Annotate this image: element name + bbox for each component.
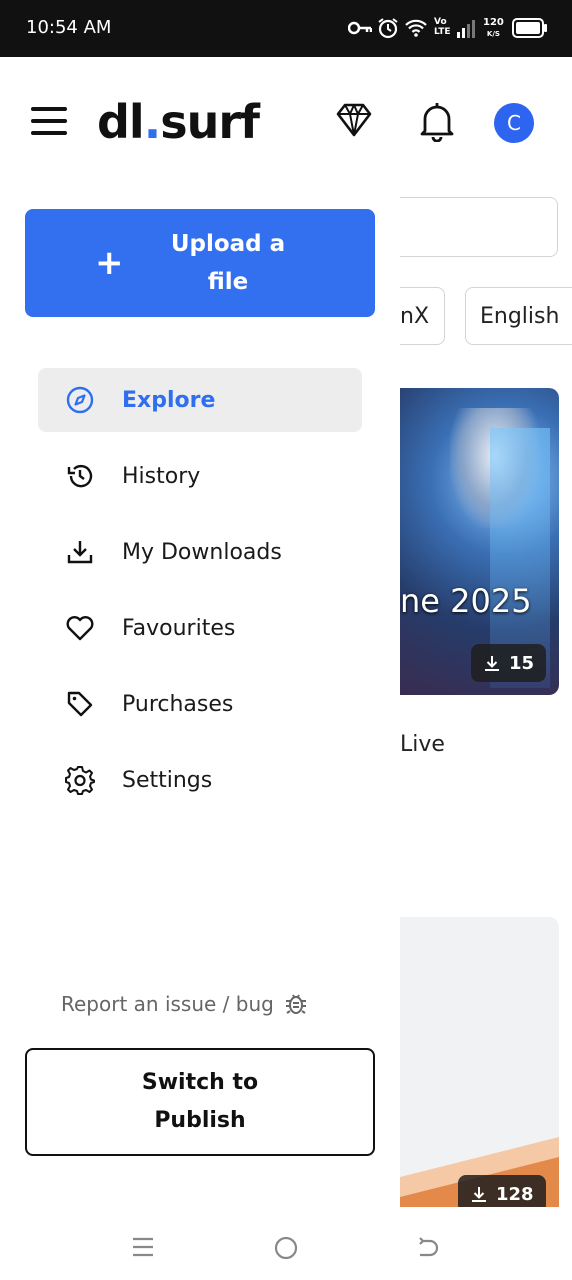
nav-item-favourites[interactable]: Favourites	[38, 596, 362, 660]
nav-item-label: Favourites	[122, 615, 236, 641]
nav-item-my-downloads[interactable]: My Downloads	[38, 520, 362, 584]
avatar[interactable]: C	[494, 103, 534, 143]
heart-icon	[64, 612, 96, 644]
home-icon[interactable]	[274, 1236, 298, 1260]
upload-button-label: Upload a file	[170, 231, 286, 295]
nav-item-settings[interactable]: Settings	[38, 748, 362, 812]
background-page: nX English ne 2025 15 Live 128	[400, 177, 572, 1207]
battery-icon	[512, 18, 547, 38]
bug-icon	[285, 994, 306, 1014]
switch-button-label: Switch to Publish	[141, 1070, 259, 1133]
gear-icon	[64, 764, 96, 796]
download-icon	[472, 1187, 486, 1202]
download-icon	[64, 536, 96, 568]
nav-item-purchases[interactable]: Purchases	[38, 672, 362, 736]
alarm-icon	[378, 18, 398, 39]
nav-item-label: Purchases	[122, 691, 234, 717]
plus-icon: +	[95, 243, 124, 283]
filter-chip[interactable]: nX	[400, 287, 445, 345]
app-logo[interactable]: dl.surf	[97, 95, 260, 149]
history-icon	[64, 460, 96, 492]
report-issue-label: Report an issue / bug	[61, 992, 274, 1016]
status-time: 10:54 AM	[26, 17, 112, 38]
bell-icon[interactable]	[418, 100, 456, 142]
content-card-thumbnail-2[interactable]	[400, 917, 559, 1207]
tag-icon	[64, 688, 96, 720]
card-title-overlay: ne 2025	[400, 582, 532, 620]
compass-icon	[64, 384, 96, 416]
key-icon	[348, 21, 372, 35]
nav-item-explore[interactable]: Explore	[38, 368, 362, 432]
nav-item-label: History	[122, 463, 201, 489]
nav-item-label: My Downloads	[122, 539, 282, 565]
download-count-badge: 15	[471, 644, 547, 682]
recent-apps-icon[interactable]	[132, 1237, 154, 1257]
switch-to-publish-button[interactable]: Switch to Publish	[25, 1048, 375, 1156]
diamond-icon[interactable]	[335, 101, 373, 139]
download-icon	[485, 656, 499, 671]
nav-item-history[interactable]: History	[38, 444, 362, 508]
net-speed: 120 K/S	[483, 17, 504, 38]
signal-icon	[457, 20, 475, 38]
app-header	[0, 57, 572, 177]
menu-icon[interactable]	[31, 107, 67, 135]
navigation-drawer: + Upload a file Explore History My Downl…	[0, 177, 400, 1207]
volte-indicator: Vo LTE	[434, 17, 451, 37]
status-bar: 10:54 AM Vo LTE 120 K/S	[0, 0, 572, 57]
card-title: Live	[400, 732, 445, 757]
report-issue-link[interactable]: Report an issue / bug	[61, 992, 308, 1016]
system-navigation-bar	[0, 1207, 572, 1280]
nav-item-label: Settings	[122, 767, 213, 793]
search-input[interactable]	[400, 197, 558, 257]
filter-chip-language[interactable]: English	[465, 287, 572, 345]
download-count-badge-2: 128	[458, 1175, 546, 1207]
back-icon[interactable]	[416, 1236, 440, 1260]
upload-file-button[interactable]: + Upload a file	[25, 209, 375, 317]
nav-item-label: Explore	[122, 387, 216, 413]
wifi-icon	[405, 19, 427, 37]
